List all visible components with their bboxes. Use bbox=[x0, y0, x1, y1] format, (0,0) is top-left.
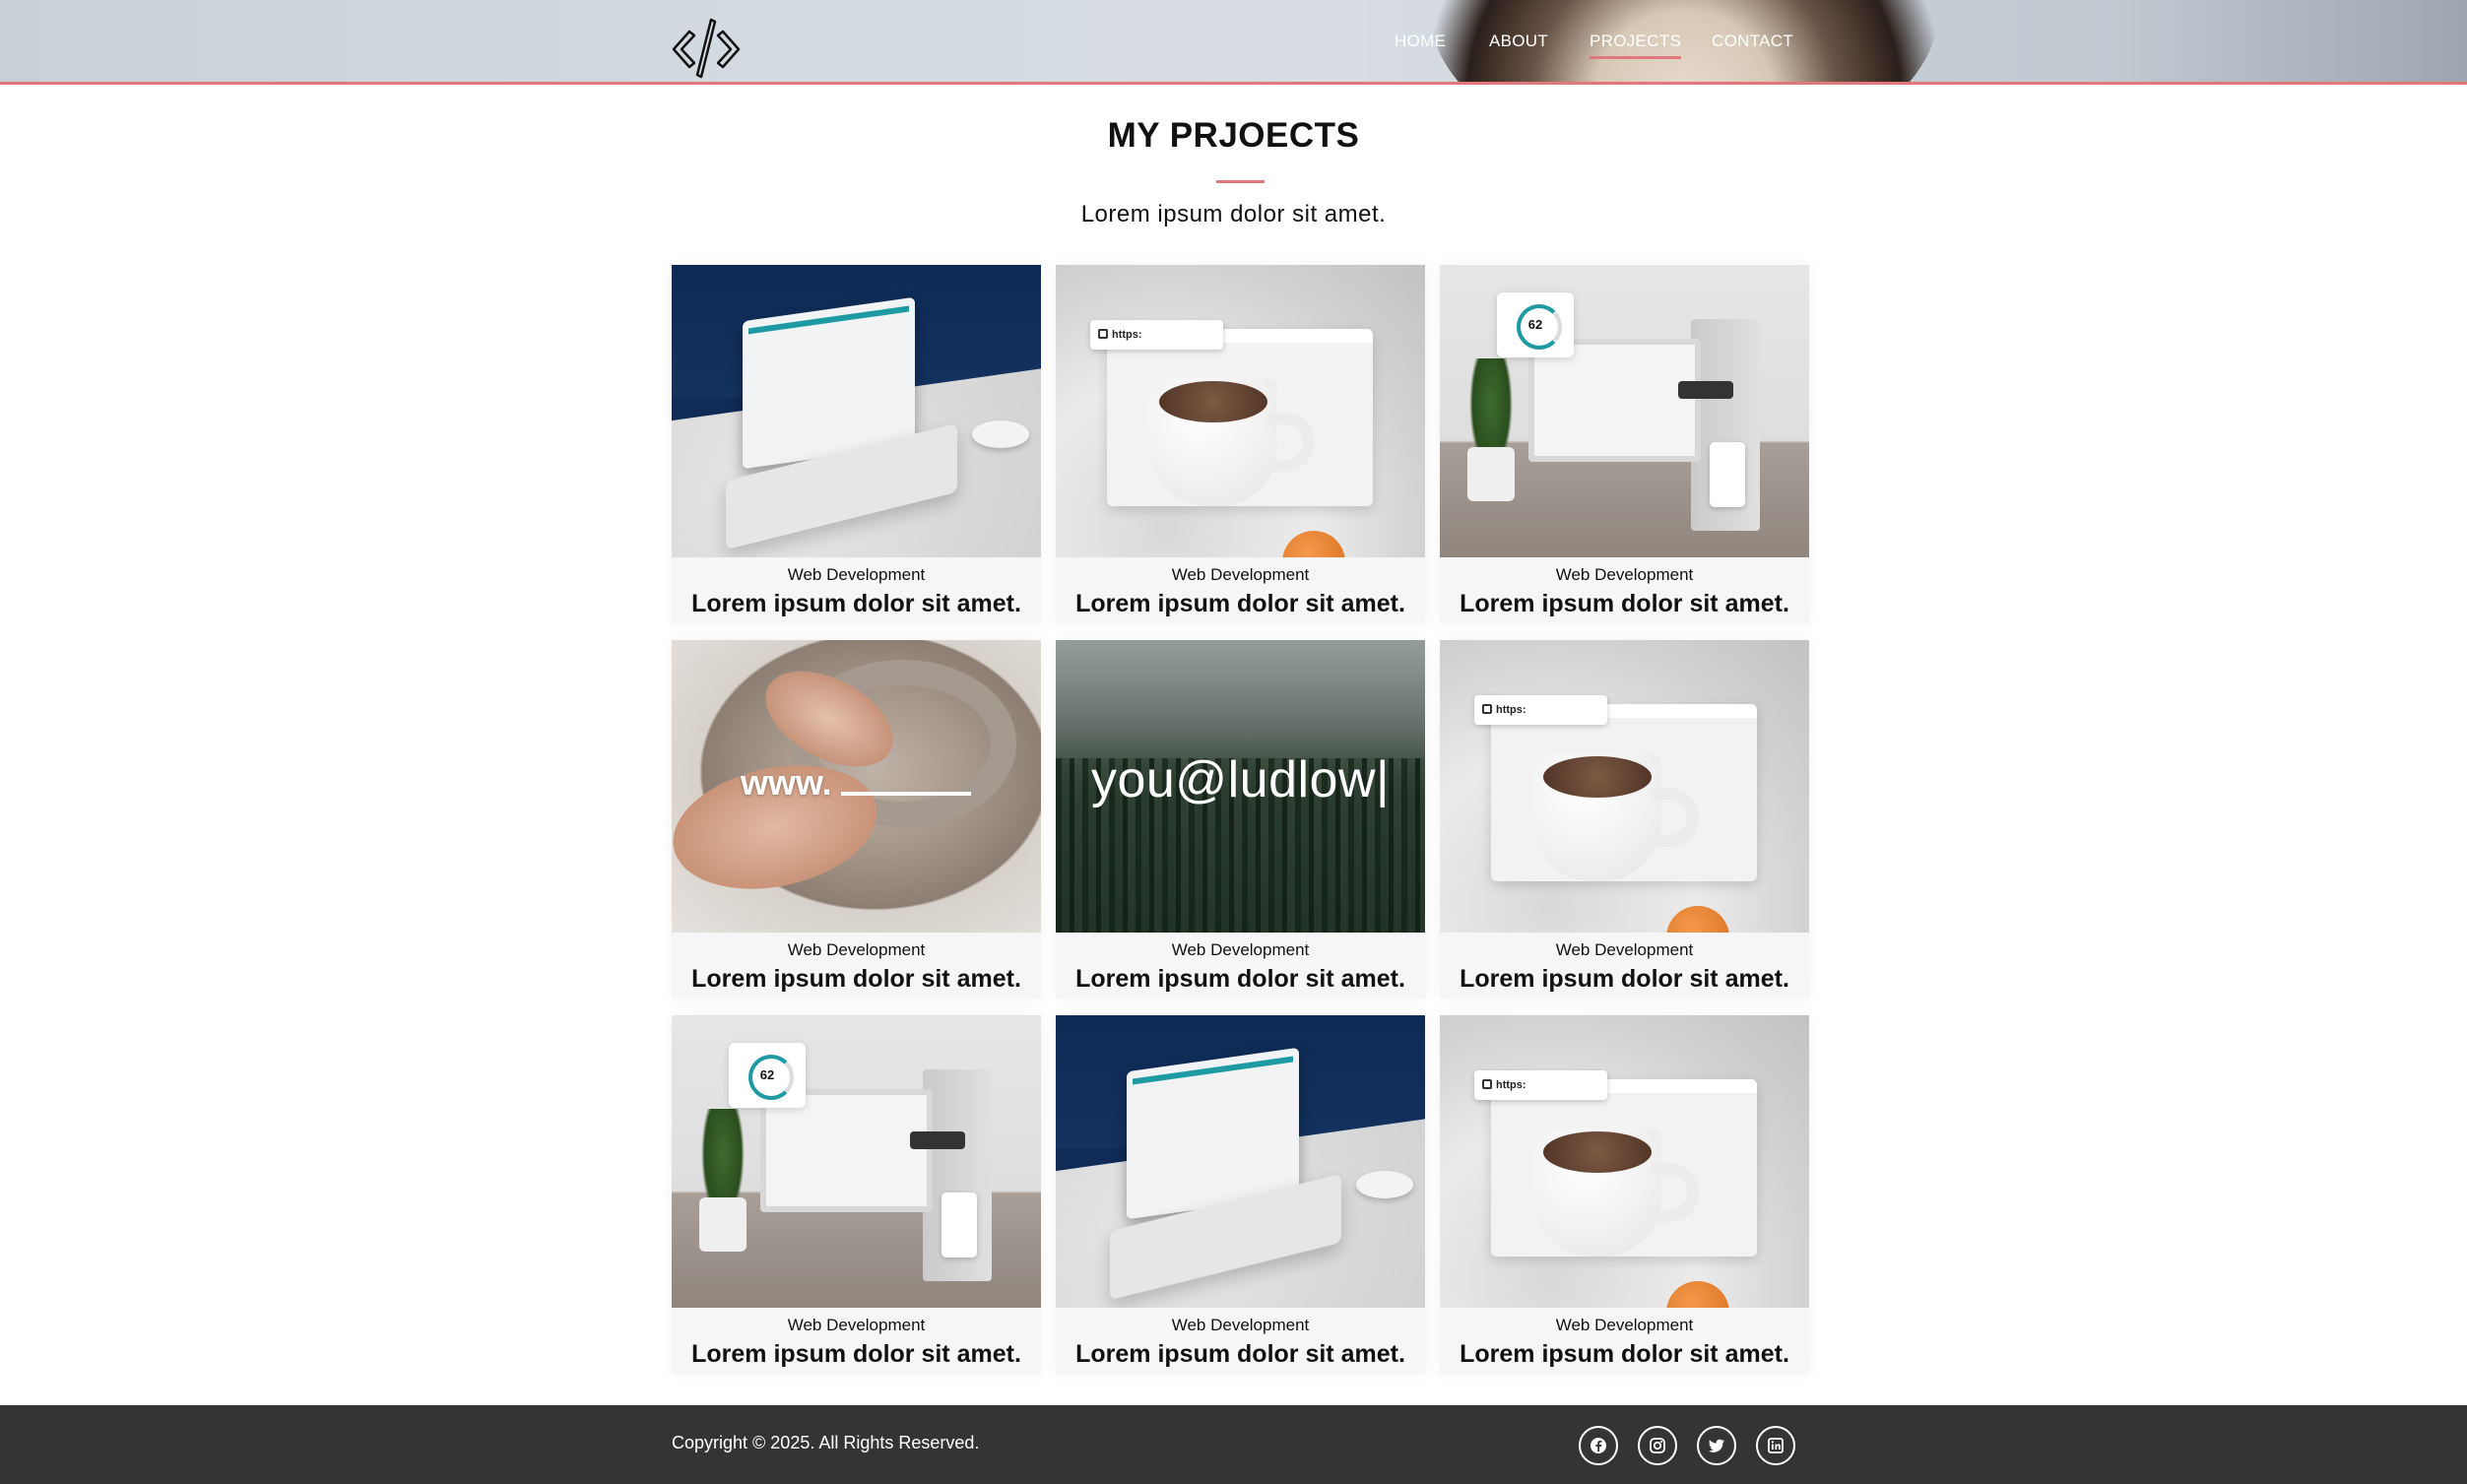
lock-icon bbox=[1482, 1079, 1492, 1089]
project-title[interactable]: Lorem ipsum dolor sit amet. bbox=[1440, 1340, 1809, 1369]
project-card[interactable]: you@ludlow| Web Development Lorem ipsum do… bbox=[1056, 640, 1425, 999]
project-thumbnail[interactable]: 62 bbox=[1440, 265, 1809, 557]
project-category: Web Development bbox=[1555, 1316, 1694, 1334]
performance-score: 62 bbox=[729, 1043, 806, 1108]
project-title[interactable]: Lorem ipsum dolor sit amet. bbox=[672, 1340, 1041, 1369]
site-header: HOME ABOUT PROJECTS CONTACT bbox=[0, 0, 2467, 85]
site-footer: Copyright © 2025. All Rights Reserved. bbox=[0, 1405, 2467, 1484]
nav-contact[interactable]: CONTACT bbox=[1712, 32, 1793, 51]
lock-icon bbox=[1098, 329, 1108, 339]
project-thumbnail[interactable]: https: bbox=[1056, 265, 1425, 557]
project-thumbnail[interactable] bbox=[672, 265, 1041, 557]
performance-score: 62 bbox=[1497, 292, 1574, 357]
project-thumbnail[interactable]: 62 bbox=[672, 1015, 1041, 1308]
title-divider bbox=[1216, 180, 1265, 183]
facebook-icon[interactable] bbox=[1579, 1426, 1618, 1465]
lock-icon bbox=[1482, 704, 1492, 714]
project-title[interactable]: Lorem ipsum dolor sit amet. bbox=[1440, 965, 1809, 994]
header-background-photo-edge bbox=[2117, 0, 2467, 82]
nav-active-underline bbox=[1590, 56, 1682, 59]
project-category: Web Development bbox=[1555, 565, 1694, 584]
project-thumbnail[interactable]: you@ludlow| bbox=[1056, 640, 1425, 933]
project-thumbnail[interactable]: https: bbox=[1440, 1015, 1809, 1308]
project-category: Web Development bbox=[1171, 940, 1310, 959]
project-card[interactable]: Web Development Lorem ipsum dolor sit ame… bbox=[672, 265, 1041, 623]
code-logo-icon[interactable] bbox=[670, 16, 743, 85]
nav-about[interactable]: ABOUT bbox=[1489, 32, 1548, 51]
url-bar: https: bbox=[1090, 320, 1223, 350]
project-title[interactable]: Lorem ipsum dolor sit amet. bbox=[1056, 965, 1425, 994]
url-bar: https: bbox=[1474, 695, 1607, 725]
project-category: Web Development bbox=[1171, 1316, 1310, 1334]
project-card[interactable]: https: Web Development Lorem ipsum dolor s… bbox=[1440, 1015, 1809, 1374]
copyright-text: Copyright © 2025. All Rights Reserved. bbox=[672, 1433, 980, 1452]
project-card[interactable]: https: Web Development Lorem ipsum dolor s… bbox=[1440, 640, 1809, 999]
project-title[interactable]: Lorem ipsum dolor sit amet. bbox=[1056, 590, 1425, 618]
project-category: Web Development bbox=[787, 565, 926, 584]
project-category: Web Development bbox=[1555, 940, 1694, 959]
instagram-icon[interactable] bbox=[1638, 1426, 1677, 1465]
page-title: MY PRJOECTS bbox=[1107, 116, 1360, 155]
project-title[interactable]: Lorem ipsum dolor sit amet. bbox=[672, 965, 1041, 994]
nav-home[interactable]: HOME bbox=[1395, 32, 1446, 51]
project-title[interactable]: Lorem ipsum dolor sit amet. bbox=[1440, 590, 1809, 618]
project-category: Web Development bbox=[787, 940, 926, 959]
linkedin-icon[interactable] bbox=[1756, 1426, 1795, 1465]
project-card[interactable]: 62 Web Development Lorem ipsum dolor sit a… bbox=[1440, 265, 1809, 623]
url-bar: https: bbox=[1474, 1070, 1607, 1100]
project-card[interactable]: 62 Web Development Lorem ipsum dolor sit a… bbox=[672, 1015, 1041, 1374]
project-title[interactable]: Lorem ipsum dolor sit amet. bbox=[672, 590, 1041, 618]
page-subtitle: Lorem ipsum dolor sit amet. bbox=[1080, 201, 1387, 227]
project-category: Web Development bbox=[787, 1316, 926, 1334]
twitter-icon[interactable] bbox=[1697, 1426, 1736, 1465]
project-card[interactable]: www. Web Development Lorem ipsum dolor sit… bbox=[672, 640, 1041, 999]
project-card[interactable]: Web Development Lorem ipsum dolor sit ame… bbox=[1056, 1015, 1425, 1374]
email-overlay-text: you@ludlow| bbox=[1090, 751, 1391, 808]
project-thumbnail[interactable] bbox=[1056, 1015, 1425, 1308]
nav-projects[interactable]: PROJECTS bbox=[1590, 32, 1682, 59]
project-thumbnail[interactable]: https: bbox=[1440, 640, 1809, 933]
www-overlay-text: www. bbox=[741, 762, 832, 803]
project-thumbnail[interactable]: www. bbox=[672, 640, 1041, 933]
project-title[interactable]: Lorem ipsum dolor sit amet. bbox=[1056, 1340, 1425, 1369]
project-card[interactable]: https: Web Development Lorem ipsum dolor s… bbox=[1056, 265, 1425, 623]
project-category: Web Development bbox=[1171, 565, 1310, 584]
